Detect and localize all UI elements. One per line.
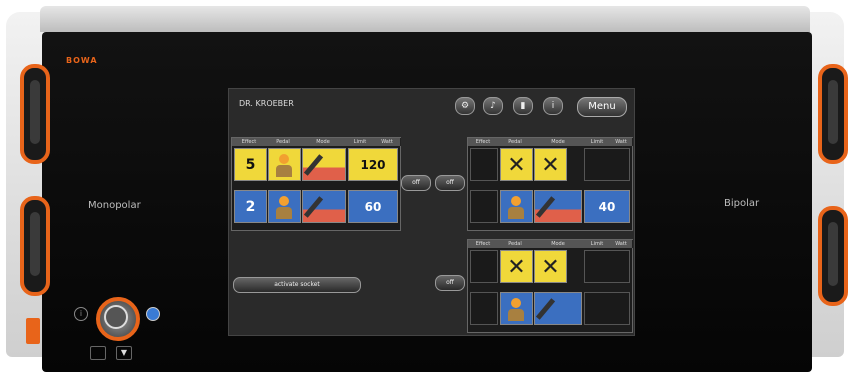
header-effect: Effect [468, 138, 499, 146]
watt-value-1: 120 [360, 158, 386, 172]
header-mode: Mode [300, 138, 347, 146]
empty-cell [584, 148, 630, 181]
header-mode: Mode [532, 138, 585, 146]
touch-screen: DR. KROEBER ⚙ ♪ ▮ i Menu Effect Pedal Mo… [228, 88, 635, 336]
empty-cell [470, 292, 498, 325]
pedal-cell-disabled[interactable]: ✕ [500, 250, 533, 283]
pedal-cell-2[interactable] [268, 190, 301, 223]
mode-cell-bipolar[interactable] [534, 190, 582, 223]
watt-cell-bipolar[interactable]: 40 [584, 190, 630, 223]
empty-cell [470, 148, 498, 181]
x-icon: ✕ [507, 255, 526, 280]
menu-button[interactable]: Menu [577, 97, 627, 117]
forceps-icon [535, 298, 556, 320]
mode-cell-disabled[interactable]: ✕ [534, 250, 567, 283]
header-limit: Limit [346, 138, 375, 146]
header-effect: Effect [468, 240, 499, 248]
gear-icon[interactable]: ⚙ [455, 97, 475, 115]
watt-value-bipolar: 40 [598, 200, 616, 214]
effect-value-1: 5 [245, 157, 256, 173]
mode-cell-disabled[interactable]: ✕ [534, 148, 567, 181]
header-effect: Effect [232, 138, 267, 146]
empty-cell [584, 250, 630, 283]
device-top [40, 6, 810, 32]
pedal-cell-1[interactable] [268, 148, 301, 181]
header-pedal: Pedal [498, 138, 533, 146]
empty-cell [470, 190, 498, 223]
pedal-cell-disabled[interactable]: ✕ [500, 148, 533, 181]
mode-cell-2[interactable] [302, 190, 346, 223]
x-icon: ✕ [541, 255, 560, 280]
header-mode: Mode [532, 240, 585, 248]
x-icon: ✕ [541, 153, 560, 178]
off-button-1[interactable]: off [401, 175, 431, 191]
header-limit: Limit [584, 138, 611, 146]
pedal-person-body [508, 309, 524, 321]
monopolar-label: Monopolar [88, 200, 141, 211]
pen-icon [303, 196, 324, 218]
empty-cell [470, 250, 498, 283]
pedal-cell-bipolar-2[interactable] [500, 292, 533, 325]
blue-indicator-icon [146, 307, 160, 321]
pedal-person-icon [279, 154, 289, 164]
header-pedal: Pedal [498, 240, 533, 248]
pedal-person-body [276, 165, 292, 177]
pedal-person-icon [511, 196, 521, 206]
empty-cell [584, 292, 630, 325]
info-icon[interactable]: i [543, 97, 563, 115]
watt-value-2: 60 [364, 200, 382, 214]
right-port-bottom [818, 206, 848, 306]
trash-icon[interactable]: ▮ [513, 97, 533, 115]
pedal-person-body [508, 207, 524, 219]
pedal-person-icon [279, 196, 289, 206]
monopolar-panel: Effect Pedal Mode Limit Watt 5 120 2 60 [231, 137, 401, 231]
header-watt: Watt [610, 240, 633, 248]
bipolar-label: Bipolar [724, 198, 760, 209]
mode-cell-1[interactable] [302, 148, 346, 181]
activate-socket-button[interactable]: activate socket [233, 277, 361, 293]
bipolar-panel-top: Effect Pedal Mode Limit Watt ✕ ✕ 40 [467, 137, 633, 231]
header-limit: Limit [584, 240, 611, 248]
x-icon: ✕ [507, 153, 526, 178]
screen-title: DR. KROEBER [239, 99, 294, 108]
small-control-left[interactable] [90, 346, 106, 360]
bipolar-panel-bottom: Effect Pedal Mode Limit Watt ✕ ✕ [467, 239, 633, 333]
power-switch[interactable] [26, 318, 40, 344]
small-control-right[interactable]: ▼ [116, 346, 132, 360]
header-watt: Watt [610, 138, 633, 146]
watt-cell-1[interactable]: 120 [348, 148, 398, 181]
off-button-2[interactable]: off [435, 175, 465, 191]
effect-value-2: 2 [245, 199, 256, 215]
pedal-cell-bipolar[interactable] [500, 190, 533, 223]
pen-icon [535, 196, 556, 218]
effect-cell-2[interactable]: 2 [234, 190, 267, 223]
right-port-top [818, 64, 848, 164]
header-watt: Watt [374, 138, 401, 146]
watt-cell-2[interactable]: 60 [348, 190, 398, 223]
effect-cell-1[interactable]: 5 [234, 148, 267, 181]
header-pedal: Pedal [266, 138, 301, 146]
speaker-icon[interactable]: ♪ [483, 97, 503, 115]
off-button-3[interactable]: off [435, 275, 465, 291]
pedal-person-body [276, 207, 292, 219]
left-port-top [20, 64, 50, 164]
pen-icon [303, 154, 324, 176]
brand-logo: BOWA [66, 56, 98, 65]
left-port-bottom [20, 196, 50, 296]
knob-center [104, 305, 128, 329]
info-icon[interactable]: i [74, 307, 88, 321]
mode-cell-bipolar-2[interactable] [534, 292, 582, 325]
pedal-person-icon [511, 298, 521, 308]
